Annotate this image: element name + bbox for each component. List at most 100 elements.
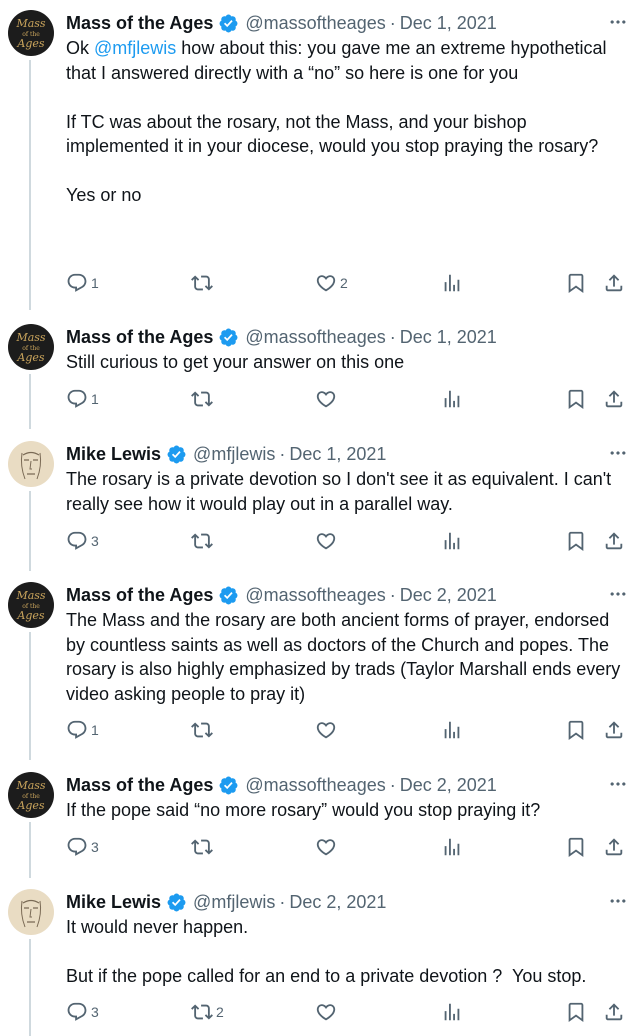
author-handle[interactable]: @massoftheages — [245, 327, 385, 348]
reply-icon — [66, 388, 88, 410]
reply-button[interactable]: 3 — [66, 527, 99, 555]
author-name[interactable]: Mass of the Ages — [66, 13, 213, 34]
more-options-icon[interactable] — [607, 774, 629, 794]
avatar[interactable]: Mass of the Ages — [8, 772, 54, 818]
retweet-button[interactable] — [191, 269, 216, 297]
author-handle[interactable]: @mfjlewis — [193, 444, 275, 465]
share-button[interactable] — [603, 269, 625, 297]
like-button[interactable]: 2 — [315, 269, 348, 297]
reply-count: 3 — [91, 533, 99, 549]
views-icon — [441, 719, 463, 741]
share-icon — [603, 836, 625, 858]
tweet[interactable]: Mike Lewis @mfjlewis · Dec 1, 2021 The r… — [0, 431, 643, 571]
more-options-icon[interactable] — [607, 443, 629, 463]
tweet-thread: Mass of the Ages Mass of the Ages @masso… — [0, 0, 643, 1036]
tweet-date[interactable]: Dec 2, 2021 — [289, 892, 386, 913]
retweet-button[interactable] — [191, 833, 216, 861]
tweet-header: Mass of the Ages @massoftheages · Dec 2,… — [66, 582, 603, 608]
reply-icon — [66, 836, 88, 858]
avatar[interactable]: Mass of the Ages — [8, 324, 54, 370]
retweet-button[interactable] — [191, 716, 216, 744]
reply-count: 1 — [91, 391, 99, 407]
tweet[interactable]: Mass of the Ages Mass of the Ages @masso… — [0, 0, 643, 310]
tweet-date[interactable]: Dec 1, 2021 — [400, 13, 497, 34]
tweet-actions: 1 — [66, 716, 636, 744]
author-name[interactable]: Mike Lewis — [66, 444, 161, 465]
like-button[interactable] — [315, 998, 340, 1026]
author-name[interactable]: Mass of the Ages — [66, 327, 213, 348]
mention-link[interactable]: @mfjlewis — [94, 38, 176, 58]
tweet-paragraph: Still curious to get your answer on this… — [66, 352, 405, 372]
reply-button[interactable]: 1 — [66, 716, 99, 744]
tweet[interactable]: Mass of the Ages Mass of the Ages @masso… — [0, 762, 643, 878]
thread-connector-line — [29, 60, 31, 310]
share-button[interactable] — [603, 527, 625, 555]
author-name[interactable]: Mass of the Ages — [66, 775, 213, 796]
tweet-date[interactable]: Dec 2, 2021 — [400, 585, 497, 606]
author-name[interactable]: Mass of the Ages — [66, 585, 213, 606]
tweet-date[interactable]: Dec 1, 2021 — [289, 444, 386, 465]
retweet-icon — [191, 272, 213, 294]
reply-count: 1 — [91, 722, 99, 738]
tweet-text: The Mass and the rosary are both ancient… — [66, 608, 631, 706]
share-button[interactable] — [603, 716, 625, 744]
retweet-button[interactable] — [191, 527, 216, 555]
reply-button[interactable]: 1 — [66, 385, 99, 413]
views-button[interactable] — [441, 527, 463, 555]
thread-connector-line — [29, 374, 31, 429]
like-icon — [315, 272, 337, 294]
retweet-icon — [191, 1001, 213, 1023]
share-button[interactable] — [603, 833, 625, 861]
like-button[interactable] — [315, 833, 340, 861]
reply-count: 1 — [91, 275, 99, 291]
verified-badge-icon — [218, 775, 239, 796]
more-options-icon[interactable] — [607, 891, 629, 911]
avatar[interactable]: Mass of the Ages — [8, 582, 54, 628]
bookmark-button[interactable] — [565, 716, 587, 744]
bookmark-button[interactable] — [565, 385, 587, 413]
bookmark-button[interactable] — [565, 269, 587, 297]
bookmark-button[interactable] — [565, 527, 587, 555]
retweet-button[interactable] — [191, 385, 216, 413]
svg-text:Mass: Mass — [15, 17, 45, 30]
author-name[interactable]: Mike Lewis — [66, 892, 161, 913]
share-button[interactable] — [603, 385, 625, 413]
reply-button[interactable]: 3 — [66, 833, 99, 861]
tweet[interactable]: Mike Lewis @mfjlewis · Dec 2, 2021 It wo… — [0, 879, 643, 1036]
views-button[interactable] — [441, 998, 463, 1026]
tweet-actions: 3 2 — [66, 998, 636, 1026]
avatar[interactable] — [8, 889, 54, 935]
author-handle[interactable]: @massoftheages — [245, 13, 385, 34]
like-icon — [315, 530, 337, 552]
views-icon — [441, 1001, 463, 1023]
bookmark-button[interactable] — [565, 833, 587, 861]
author-handle[interactable]: @mfjlewis — [193, 892, 275, 913]
bookmark-icon — [565, 1001, 587, 1023]
verified-badge-icon — [166, 444, 187, 465]
tweet[interactable]: Mass of the Ages Mass of the Ages @masso… — [0, 314, 643, 429]
like-button[interactable] — [315, 716, 340, 744]
tweet-header: Mass of the Ages @massoftheages · Dec 2,… — [66, 772, 603, 798]
views-button[interactable] — [441, 269, 463, 297]
reply-button[interactable]: 3 — [66, 998, 99, 1026]
more-options-icon[interactable] — [607, 584, 629, 604]
views-button[interactable] — [441, 833, 463, 861]
bookmark-button[interactable] — [565, 998, 587, 1026]
verified-badge-icon — [218, 13, 239, 34]
views-button[interactable] — [441, 385, 463, 413]
tweet-date[interactable]: Dec 2, 2021 — [400, 775, 497, 796]
author-handle[interactable]: @massoftheages — [245, 775, 385, 796]
share-button[interactable] — [603, 998, 625, 1026]
author-handle[interactable]: @massoftheages — [245, 585, 385, 606]
retweet-button[interactable]: 2 — [191, 998, 224, 1026]
tweet[interactable]: Mass of the Ages Mass of the Ages @masso… — [0, 572, 643, 760]
avatar[interactable]: Mass of the Ages — [8, 10, 54, 56]
reply-button[interactable]: 1 — [66, 269, 99, 297]
separator-dot: · — [389, 774, 396, 795]
like-button[interactable] — [315, 527, 340, 555]
avatar[interactable] — [8, 441, 54, 487]
more-options-icon[interactable] — [607, 12, 629, 32]
like-button[interactable] — [315, 385, 340, 413]
views-button[interactable] — [441, 716, 463, 744]
tweet-date[interactable]: Dec 1, 2021 — [400, 327, 497, 348]
